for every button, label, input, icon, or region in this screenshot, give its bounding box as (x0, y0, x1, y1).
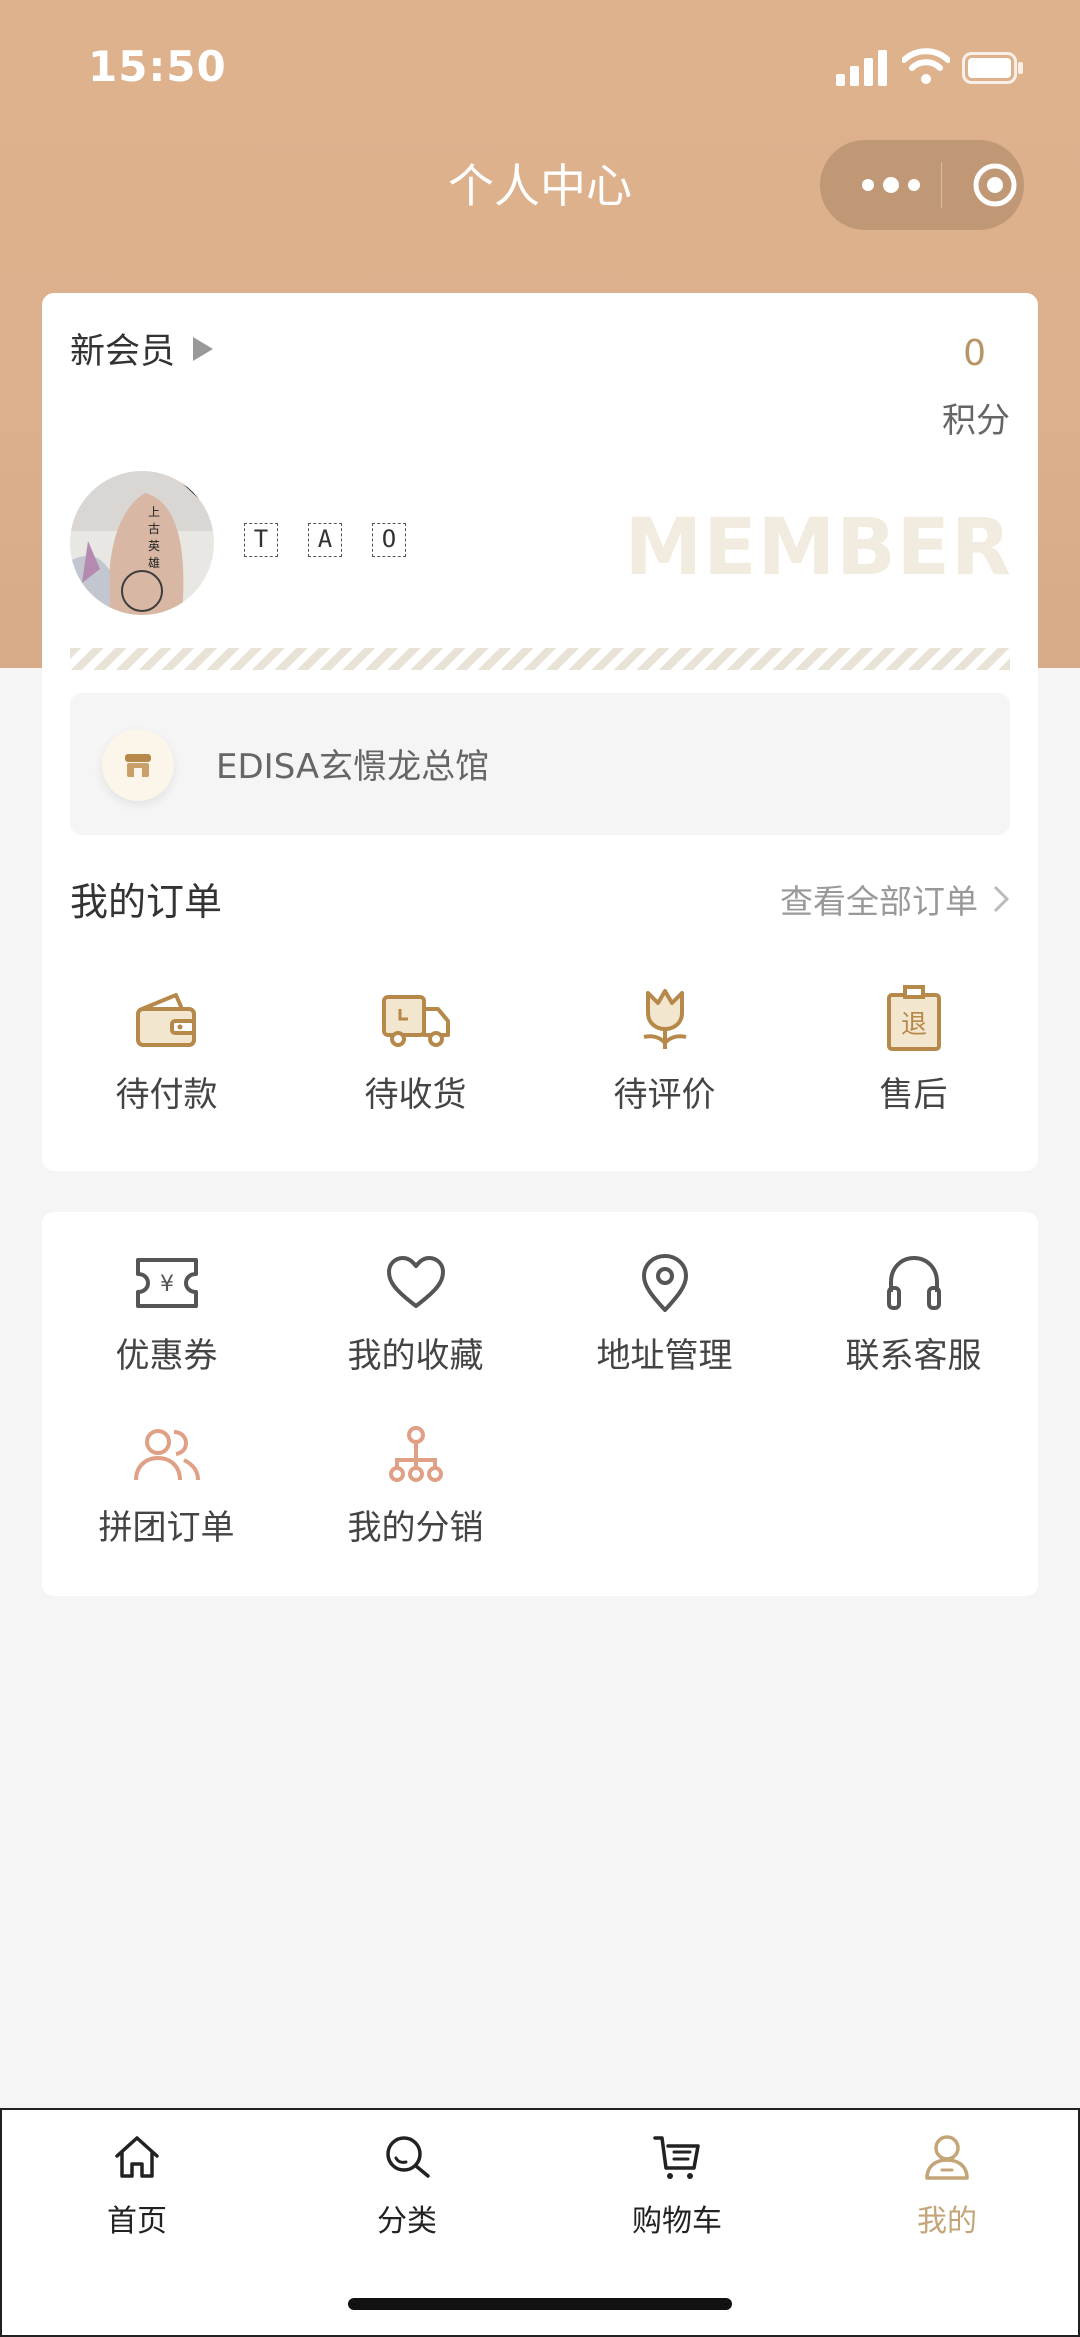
distribution-item[interactable]: 我的分销 (291, 1424, 540, 1549)
avatar-image: 上 古 英 雄 (70, 471, 214, 615)
points-value[interactable]: 0 (963, 333, 986, 374)
customer-service-item[interactable]: 联系客服 (789, 1252, 1038, 1377)
heart-icon (386, 1256, 445, 1308)
chevron-right-icon (993, 885, 1010, 913)
order-pending-payment-label: 待付款 (115, 1075, 218, 1115)
signal-icon (836, 50, 887, 86)
headset-icon (886, 1255, 941, 1310)
nickname-char: O (372, 523, 406, 557)
nickname-char: T (244, 523, 278, 557)
svg-text:上: 上 (148, 505, 160, 519)
svg-text:雄: 雄 (148, 555, 160, 570)
nickname: T A O (244, 523, 406, 557)
svg-text:古: 古 (148, 521, 160, 536)
search-icon (386, 2136, 430, 2178)
view-all-orders-link[interactable]: 查看全部订单 (780, 875, 1010, 923)
status-time: 15:50 (88, 42, 227, 91)
services-card: ¥ 优惠券 我的收藏 地址管理 联系客服 拼团订单 我的分销 (42, 1212, 1038, 1596)
decorative-stripe (70, 648, 1010, 670)
battery-icon (962, 52, 1023, 84)
store-entry[interactable]: EDISA玄憬龙总馆 (70, 693, 1010, 835)
close-miniprogram-icon[interactable] (972, 162, 1018, 208)
orders-title: 我的订单 (70, 880, 223, 924)
group-orders-label: 拼团订单 (98, 1508, 235, 1548)
capsule-divider (941, 162, 942, 208)
return-icon: 退 (886, 985, 941, 1051)
store-icon (102, 729, 174, 801)
network-icon (388, 1426, 443, 1482)
customer-service-label: 联系客服 (845, 1336, 982, 1376)
nickname-char: A (308, 523, 342, 557)
cart-icon (653, 2136, 700, 2179)
svg-text:¥: ¥ (160, 1272, 174, 1297)
coupons-item[interactable]: ¥ 优惠券 (42, 1252, 291, 1377)
truck-icon (381, 995, 450, 1047)
order-after-sales-label: 售后 (879, 1075, 948, 1115)
miniprogram-capsule (820, 140, 1024, 230)
order-pending-review-label: 待评价 (613, 1075, 716, 1115)
status-bar: 15:50 (0, 0, 1080, 130)
order-after-sales[interactable]: 退 售后 (789, 983, 1038, 1116)
home-icon (115, 2136, 159, 2178)
tab-home[interactable]: 首页 (2, 2132, 272, 2240)
member-watermark: MEMBER (624, 503, 1012, 593)
tab-cart-label: 购物车 (632, 2204, 722, 2239)
order-pending-payment[interactable]: 待付款 (42, 983, 291, 1116)
tab-home-label: 首页 (107, 2204, 167, 2239)
play-triangle-icon (193, 336, 214, 361)
wallet-icon (135, 993, 196, 1047)
user-icon (925, 2135, 969, 2180)
tab-cart[interactable]: 购物车 (542, 2132, 812, 2240)
store-name: EDISA玄憬龙总馆 (216, 747, 490, 787)
flower-icon (643, 989, 686, 1049)
location-icon (641, 1254, 688, 1312)
svg-text:退: 退 (900, 1010, 926, 1040)
tab-category[interactable]: 分类 (272, 2132, 542, 2240)
services-row-2: 拼团订单 我的分销 (42, 1424, 1038, 1549)
view-all-orders-label: 查看全部订单 (780, 882, 978, 921)
home-indicator (348, 2298, 732, 2310)
wifi-icon (902, 48, 950, 84)
order-pending-receipt[interactable]: 待收货 (291, 983, 540, 1116)
tab-mine[interactable]: 我的 (812, 2132, 1080, 2240)
order-pending-receipt-label: 待收货 (364, 1075, 467, 1115)
coupons-label: 优惠券 (115, 1336, 218, 1376)
member-card: 新会员 0 积分 上 古 英 雄 T A O MEMBER EDISA玄憬龙总馆… (42, 293, 1038, 1171)
more-icon[interactable] (856, 168, 926, 202)
coupon-icon: ¥ (135, 1258, 198, 1308)
tab-mine-label: 我的 (917, 2204, 977, 2239)
group-orders-item[interactable]: 拼团订单 (42, 1424, 291, 1549)
order-status-row: 待付款 待收货 待评价 退 售后 (42, 983, 1038, 1116)
svg-text:英: 英 (148, 539, 160, 553)
distribution-label: 我的分销 (347, 1508, 484, 1548)
avatar[interactable]: 上 古 英 雄 (70, 471, 214, 615)
points-label[interactable]: 积分 (942, 393, 1010, 442)
order-pending-review[interactable]: 待评价 (540, 983, 789, 1116)
favorites-item[interactable]: 我的收藏 (291, 1252, 540, 1377)
group-icon (133, 1429, 200, 1481)
tab-category-label: 分类 (377, 2204, 437, 2239)
member-level[interactable]: 新会员 (70, 323, 214, 374)
address-label: 地址管理 (596, 1336, 733, 1376)
services-row-1: ¥ 优惠券 我的收藏 地址管理 联系客服 (42, 1252, 1038, 1377)
favorites-label: 我的收藏 (347, 1336, 484, 1376)
member-level-label: 新会员 (70, 332, 176, 372)
address-item[interactable]: 地址管理 (540, 1252, 789, 1377)
